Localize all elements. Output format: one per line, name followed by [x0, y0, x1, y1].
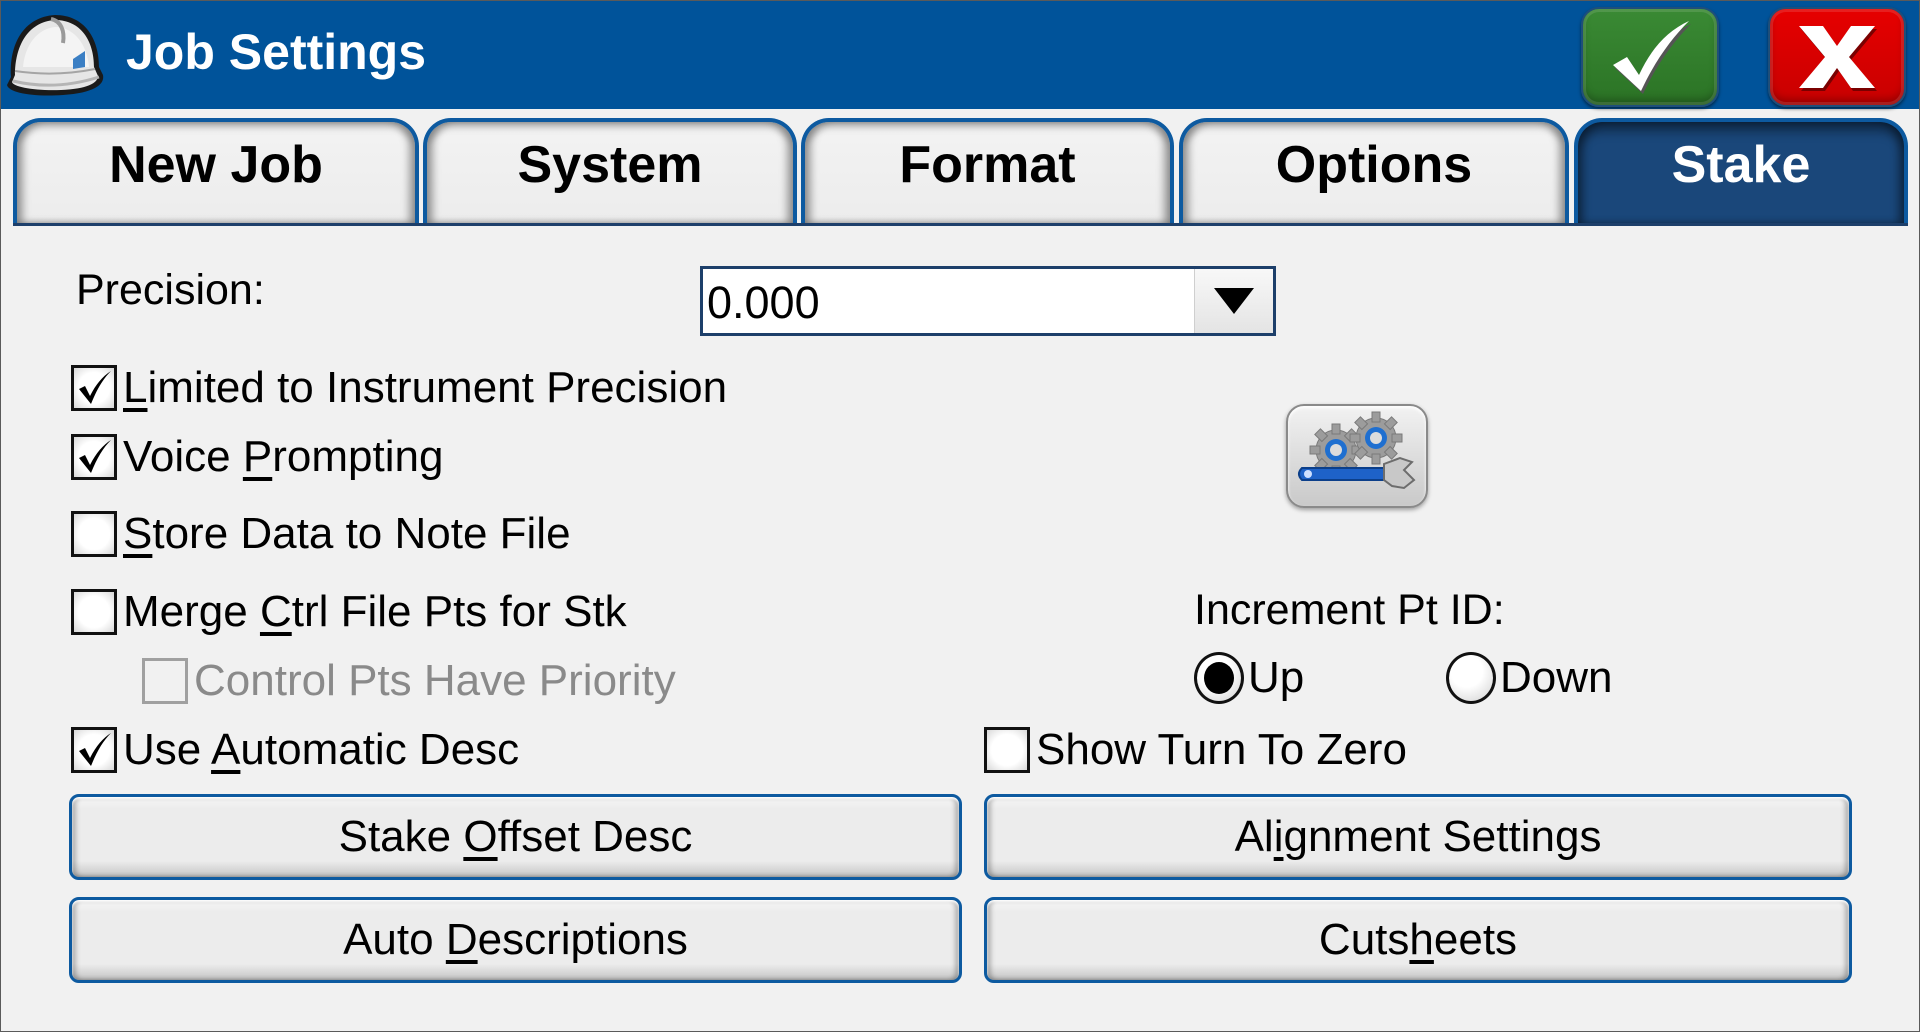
tab-format[interactable]: Format [801, 118, 1174, 224]
checkbox-box[interactable] [984, 727, 1030, 773]
button-label: Cutsheets [1318, 915, 1518, 964]
use-automatic-desc-checkbox[interactable]: Use Automatic Desc [71, 725, 519, 775]
increment-pt-id-label: Increment Pt ID: [1194, 586, 1505, 634]
precision-dropdown-button[interactable] [1194, 269, 1273, 333]
cutsheets-button[interactable]: Cutsheets [984, 897, 1852, 983]
button-label: Stake Offset Desc [338, 812, 693, 861]
ok-button[interactable] [1581, 7, 1719, 107]
checkbox-box[interactable] [71, 434, 117, 480]
tab-stake[interactable]: Stake [1574, 118, 1908, 224]
checkmark-icon [79, 440, 111, 473]
tab-label: New Job [109, 136, 323, 194]
x-icon [1799, 26, 1877, 91]
checkbox-label: Voice Prompting [123, 432, 444, 481]
tab-new-job[interactable]: New Job [13, 118, 419, 224]
gears-wrench-icon [1298, 411, 1416, 490]
tab-options[interactable]: Options [1179, 118, 1569, 224]
hard-hat-icon [7, 15, 104, 96]
precision-label: Precision: [76, 266, 265, 314]
checkbox-label: Store Data to Note File [123, 509, 571, 558]
window-title: Job Settings [126, 24, 427, 80]
checkbox-box[interactable] [71, 589, 117, 635]
tools-settings-button[interactable] [1286, 404, 1428, 508]
checkmark-icon [79, 371, 111, 404]
checkbox-label: Control Pts Have Priority [194, 656, 676, 705]
precision-select[interactable]: 0.000 [700, 266, 1276, 336]
voice-prompting-checkbox[interactable]: Voice Prompting [71, 432, 443, 482]
merge-ctrl-file-pts-checkbox[interactable]: Merge Ctrl File Pts for Stk [71, 587, 627, 637]
checkbox-label: Merge Ctrl File Pts for Stk [123, 587, 627, 636]
checkbox-box[interactable] [71, 727, 117, 773]
tab-label: Stake [1671, 136, 1811, 194]
control-pts-have-priority-checkbox[interactable]: Control Pts Have Priority [142, 656, 676, 706]
radio-button[interactable] [1194, 652, 1244, 704]
tab-system[interactable]: System [423, 118, 797, 224]
limited-to-instrument-precision-checkbox[interactable]: Limited to Instrument Precision [71, 363, 727, 413]
increment-down-radio[interactable]: Down [1446, 652, 1613, 704]
checkbox-label: Limited to Instrument Precision [123, 363, 728, 412]
checkbox-box[interactable] [142, 658, 188, 704]
checkbox-label: Show Turn To Zero [1036, 725, 1407, 774]
show-turn-to-zero-checkbox[interactable]: Show Turn To Zero [984, 725, 1407, 775]
checkbox-label: Use Automatic Desc [123, 725, 520, 774]
tab-label: Options [1275, 136, 1473, 194]
checkmark-icon [79, 733, 111, 766]
tab-divider [13, 223, 1908, 226]
precision-value: 0.000 [707, 277, 820, 328]
auto-descriptions-button[interactable]: Auto Descriptions [69, 897, 962, 983]
store-data-to-note-file-checkbox[interactable]: Store Data to Note File [71, 509, 571, 559]
tab-label: Format [899, 136, 1076, 194]
checkmark-icon [1613, 21, 1691, 94]
triangle-down-icon [1214, 288, 1254, 314]
cancel-button[interactable] [1768, 7, 1906, 107]
checkbox-box[interactable] [71, 511, 117, 557]
radio-button[interactable] [1446, 652, 1496, 704]
job-settings-window: Job Settings New Job System Format Optio… [0, 0, 1920, 1032]
tab-label: System [517, 136, 703, 194]
increment-up-radio[interactable]: Up [1194, 652, 1304, 704]
stake-offset-desc-button[interactable]: Stake Offset Desc [69, 794, 962, 880]
radio-selected-dot [1204, 662, 1234, 694]
checkbox-box[interactable] [71, 365, 117, 411]
alignment-settings-button[interactable]: Alignment Settings [984, 794, 1852, 880]
radio-label: Down [1500, 653, 1613, 702]
radio-label: Up [1248, 653, 1305, 702]
title-bar: Job Settings [1, 1, 1919, 109]
button-label: Alignment Settings [1234, 812, 1602, 861]
button-label: Auto Descriptions [343, 915, 688, 964]
